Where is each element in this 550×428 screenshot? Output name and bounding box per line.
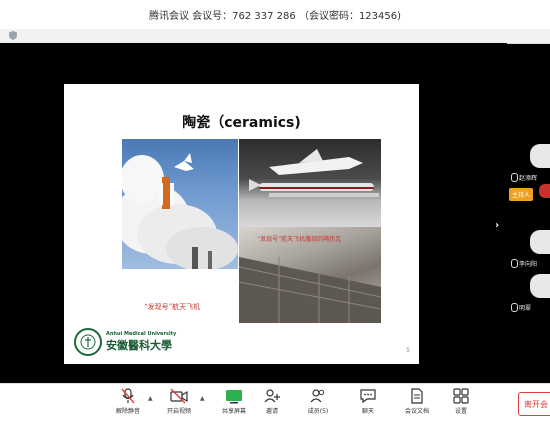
video-options-caret-icon[interactable]: ▲ (200, 395, 205, 402)
members-label: 成员(5) (307, 408, 329, 415)
audio-options-caret-icon[interactable]: ▲ (148, 395, 153, 402)
mic-muted-icon (511, 173, 518, 182)
shuttle-carrier-photo (239, 139, 381, 227)
apps-grid-icon (453, 388, 469, 404)
avatar (530, 230, 550, 254)
chat-icon (360, 389, 376, 404)
share-screen-button[interactable]: 共享屏幕 (214, 388, 254, 415)
participant-panel: 赵添辉 主持人 李向阳 明翠 (507, 126, 550, 316)
participant-tile-host[interactable]: 主持人 (507, 184, 550, 230)
mic-off-icon (121, 388, 135, 404)
shield-icon[interactable] (9, 31, 17, 40)
avatar (530, 274, 550, 298)
start-video-label: 开启视频 (166, 408, 191, 415)
avatar (539, 184, 550, 198)
avatar (530, 144, 550, 168)
participant-name: 明翠 (519, 305, 532, 312)
participant-name: 李向阳 (519, 261, 538, 268)
meeting-toolbar: 解除静音 ▲ 开启视频 ▲ 共享屏幕 邀请 成员(5) 聊天 会议文档 设置 离… (0, 383, 550, 428)
meeting-docs-label: 会议文档 (404, 408, 429, 415)
unmute-button[interactable]: 解除静音 (108, 388, 148, 415)
host-badge: 主持人 (509, 188, 534, 201)
start-video-button[interactable]: 开启视频 (159, 388, 199, 415)
slide-title: 陶瓷（ceramics) (182, 115, 301, 131)
university-logo: Anhui Medical University 安徽醫科大學 (74, 328, 176, 356)
unmute-label: 解除静音 (115, 408, 140, 415)
share-screen-label: 共享屏幕 (221, 408, 246, 415)
meeting-info-bar (0, 29, 550, 44)
add-user-icon (264, 389, 280, 403)
shuttle-launch-photo (122, 139, 238, 269)
members-button[interactable]: 成员(5) (298, 388, 338, 415)
meeting-docs-button[interactable]: 会议文档 (397, 388, 437, 415)
video-off-icon (170, 388, 188, 404)
settings-button[interactable]: 设置 (441, 388, 481, 415)
share-screen-icon (226, 390, 242, 404)
right-photo-caption: “发现号”航天飞机腹部的隔热瓦 (257, 236, 342, 243)
window-title-bar: 腾讯会议 会议号：762 337 286 （会议密码：123456) (0, 0, 550, 30)
settings-label: 设置 (454, 408, 467, 415)
left-photo-caption: “发现号”航天飞机 (144, 303, 201, 311)
members-icon (310, 389, 325, 403)
document-icon (411, 388, 423, 404)
slide-page-number: 5 (406, 347, 410, 354)
chat-button[interactable]: 聊天 (348, 388, 388, 415)
window-title: 腾讯会议 会议号：762 337 286 （会议密码：123456) (148, 11, 402, 22)
university-name-cn: 安徽醫科大學 (106, 339, 172, 352)
mic-muted-icon (511, 259, 518, 268)
participant-tile[interactable]: 明翠 (507, 270, 550, 316)
collapse-panel-chevron-icon[interactable]: › (495, 220, 503, 231)
participant-name: 赵添辉 (519, 175, 538, 182)
chat-label: 聊天 (361, 408, 374, 415)
invite-button[interactable]: 邀请 (252, 388, 292, 415)
mic-muted-icon (511, 303, 518, 312)
participant-tile[interactable]: 赵添辉 (507, 140, 550, 186)
leave-meeting-button[interactable]: 离开会 (518, 392, 550, 416)
participant-tile[interactable]: 李向阳 (507, 226, 550, 272)
university-emblem-icon (74, 328, 102, 356)
shared-slide: 陶瓷（ceramics) “发现号”航天飞机腹部的隔热瓦 “发现号”航天飞机 A… (64, 84, 419, 364)
invite-label: 邀请 (265, 408, 278, 415)
